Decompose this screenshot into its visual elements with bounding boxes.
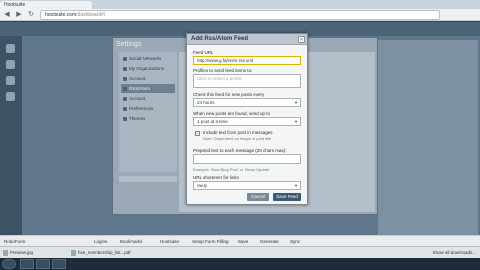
- browser-toolbar: ◀ ▶ ↻ hootsuite.com/dashboard#/: [0, 9, 480, 21]
- include-text-checkbox[interactable]: ✓: [195, 131, 200, 136]
- feed-url-label: Feed URL: [193, 50, 214, 55]
- settings-item-label: Social Networks: [129, 56, 162, 61]
- chevron-down-icon: ▼: [294, 183, 298, 188]
- bookmark-item[interactable]: Logins: [92, 237, 107, 246]
- send-limit-value: 1 post at a time: [197, 119, 228, 124]
- back-button[interactable]: ◀: [2, 10, 12, 20]
- settings-menu: Social Networks My Organizations Account…: [119, 52, 177, 172]
- chevron-down-icon: ▼: [294, 100, 298, 105]
- save-feed-button[interactable]: Save Feed: [273, 193, 301, 201]
- shortener-value: ow.ly: [197, 183, 208, 188]
- settings-item-icon: [123, 97, 127, 101]
- shortener-select[interactable]: ow.ly ▼: [193, 181, 301, 190]
- settings-item-icon: [123, 117, 127, 121]
- include-text-hint: Note: Dependent on length of post title: [203, 136, 272, 141]
- cancel-button[interactable]: Cancel: [247, 193, 269, 201]
- show-all-downloads-link[interactable]: Show all downloads...: [432, 248, 476, 258]
- settings-item[interactable]: Themes: [121, 114, 175, 123]
- settings-item[interactable]: Account: [121, 74, 175, 83]
- file-icon: [71, 250, 76, 256]
- settings-item-label: My Organizations: [129, 66, 165, 71]
- download-label: hse_membership_list...pdf: [78, 250, 131, 255]
- url-path: /dashboard#/: [76, 12, 106, 18]
- os-taskbar: [0, 258, 480, 270]
- bookmark-item[interactable]: Sync: [288, 237, 300, 246]
- bookmark-item[interactable]: Save: [236, 237, 248, 246]
- bookmark-item[interactable]: Bookmarks: [118, 237, 143, 246]
- check-interval-select[interactable]: 24 hours ▼: [193, 98, 301, 107]
- tab-title: Hootsuite: [4, 2, 26, 8]
- bookmark-item[interactable]: RoboForm: [2, 237, 25, 246]
- close-button[interactable]: ×: [298, 36, 305, 43]
- settings-item-icon: [123, 67, 127, 71]
- start-button[interactable]: [2, 259, 16, 269]
- nav-icon[interactable]: [6, 92, 15, 101]
- bookmarks-bar: RoboForm Logins Bookmarks Hootsuite Setu…: [0, 235, 480, 246]
- feed-url-input[interactable]: http://www.g.fa/rss/s-rss.xml: [193, 56, 301, 65]
- nav-icon[interactable]: [6, 76, 15, 85]
- check-interval-label: Check this feed for new posts every: [193, 92, 265, 97]
- check-interval-value: 24 hours: [197, 100, 215, 105]
- address-bar[interactable]: hootsuite.com/dashboard#/: [40, 10, 440, 20]
- download-item[interactable]: Preview.jpg: [2, 248, 33, 258]
- download-item[interactable]: hse_membership_list...pdf: [70, 248, 131, 258]
- include-text-label: Include text from post in messages: [203, 130, 273, 135]
- settings-item-label: Account: [129, 76, 146, 81]
- modal-title: Add Rss/Atom Feed: [191, 36, 249, 42]
- forward-button[interactable]: ▶: [14, 10, 24, 20]
- download-label: Preview.jpg: [10, 250, 34, 255]
- settings-item-label: RSS/Atom: [129, 86, 151, 91]
- stream-column: [378, 40, 478, 235]
- send-limit-label: When new posts are found, send up to: [193, 111, 271, 116]
- settings-item-label: Account: [129, 96, 146, 101]
- modal-header: Add Rss/Atom Feed ×: [187, 34, 307, 45]
- chevron-down-icon: ▼: [294, 119, 298, 124]
- settings-item[interactable]: Preferences: [121, 104, 175, 113]
- taskbar-app[interactable]: [36, 259, 50, 269]
- tab-strip: Hootsuite: [0, 0, 480, 9]
- profiles-label: Profiles to send feed items to:: [193, 68, 253, 73]
- send-limit-select[interactable]: 1 post at a time ▼: [193, 117, 301, 126]
- settings-item-rss[interactable]: RSS/Atom: [121, 84, 175, 93]
- bookmark-item[interactable]: Hootsuite: [158, 237, 179, 246]
- settings-item-icon: [123, 107, 127, 111]
- bookmark-item[interactable]: Generate: [258, 237, 279, 246]
- prepend-label: Prepend text to each message (20 chars m…: [193, 148, 287, 153]
- profiles-input[interactable]: Click to select a profile: [193, 74, 301, 88]
- file-icon: [3, 250, 8, 256]
- settings-item-label: Preferences: [129, 106, 154, 111]
- settings-item[interactable]: My Organizations: [121, 64, 175, 73]
- browser-tab[interactable]: Hootsuite: [0, 1, 92, 9]
- left-nav: [0, 36, 22, 235]
- taskbar-app[interactable]: [20, 259, 34, 269]
- shortener-label: URL shortener for links: [193, 175, 239, 180]
- bookmark-item[interactable]: Setup Form Filling: [190, 237, 229, 246]
- downloads-bar: Preview.jpg hse_membership_list...pdf Sh…: [0, 246, 480, 258]
- settings-item[interactable]: Account: [121, 94, 175, 103]
- rss-icon: [123, 87, 127, 91]
- settings-item-label: Themes: [129, 116, 146, 121]
- settings-item[interactable]: Social Networks: [121, 54, 175, 63]
- add-feed-modal: Add Rss/Atom Feed × Feed URL http://www.…: [186, 33, 308, 205]
- settings-title: Settings: [116, 41, 142, 48]
- prepend-input[interactable]: [193, 154, 301, 164]
- prepend-example: Example: 'New Blog Post' or 'News Update…: [193, 167, 270, 172]
- reload-button[interactable]: ↻: [26, 10, 36, 20]
- settings-item-icon: [123, 77, 127, 81]
- url-host: hootsuite.com: [45, 12, 77, 18]
- taskbar-app[interactable]: [52, 259, 66, 269]
- nav-icon[interactable]: [6, 44, 15, 53]
- nav-icon[interactable]: [6, 60, 15, 69]
- settings-footer: [119, 176, 177, 182]
- settings-item-icon: [123, 57, 127, 61]
